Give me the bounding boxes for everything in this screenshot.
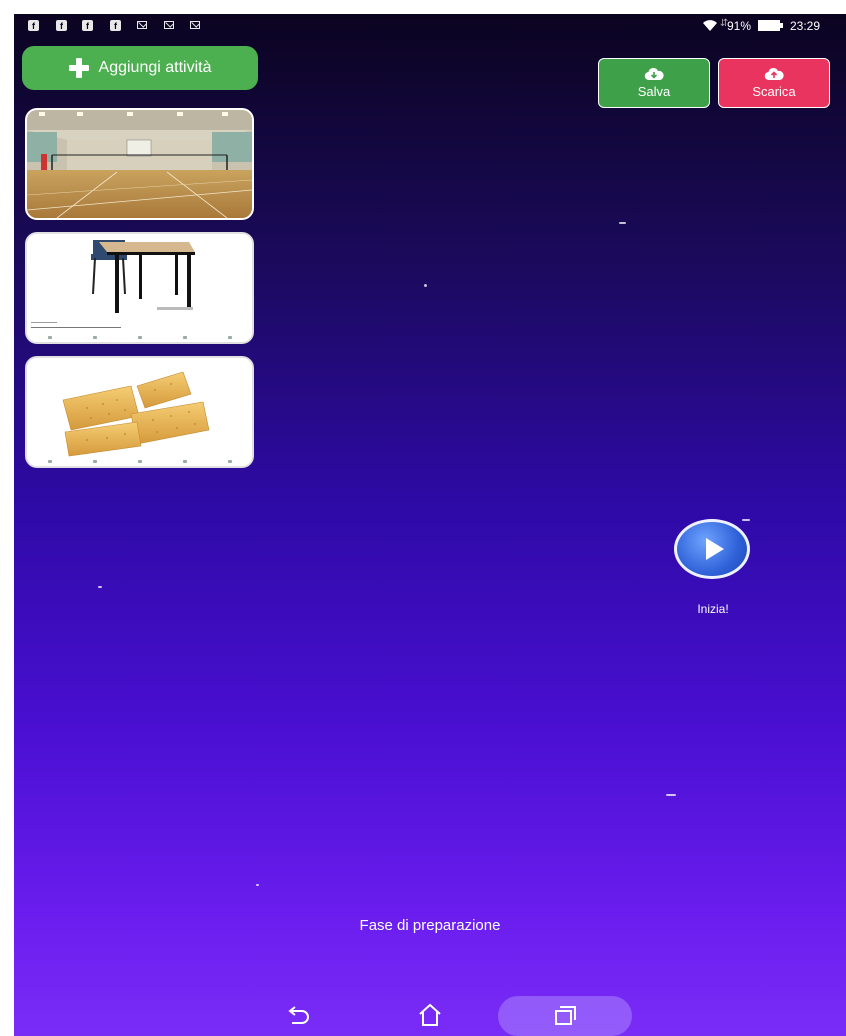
home-icon[interactable] xyxy=(416,1002,444,1028)
star-decoration xyxy=(666,794,676,796)
image-caption-decoration xyxy=(31,327,121,328)
star-decoration xyxy=(619,222,626,224)
facebook-icon: f xyxy=(28,20,39,31)
crackers-photo xyxy=(27,358,252,466)
mail-icon xyxy=(164,21,174,29)
card-thumbnail-toolbar xyxy=(27,332,252,342)
activity-card-desk[interactable] xyxy=(25,232,254,344)
facebook-icon: f xyxy=(110,20,121,31)
wifi-icon xyxy=(703,20,717,31)
phase-label: Fase di preparazione xyxy=(359,917,501,934)
navigation-bar xyxy=(14,990,846,1036)
start-label: Inizia! xyxy=(697,602,729,616)
card-thumbnail-toolbar xyxy=(27,456,252,466)
facebook-icon: f xyxy=(56,20,67,31)
star-decoration xyxy=(98,586,102,588)
clock: 23:29 xyxy=(790,19,821,33)
activity-card-gym[interactable] xyxy=(25,108,254,220)
add-activity-label: Aggiungi attività xyxy=(98,59,212,76)
download-label: Scarica xyxy=(752,84,796,99)
back-icon[interactable] xyxy=(284,1002,312,1028)
school-desk-photo xyxy=(27,234,252,342)
battery-percent: 91% xyxy=(727,19,752,33)
recents-icon[interactable] xyxy=(551,1002,579,1028)
start-button[interactable] xyxy=(674,519,750,579)
star-decoration xyxy=(742,519,750,521)
activity-card-crackers[interactable] xyxy=(25,356,254,468)
cloud-download-icon xyxy=(644,67,664,81)
gmail-icon xyxy=(137,21,147,29)
add-activity-button[interactable]: Aggiungi attività xyxy=(22,46,258,90)
download-button[interactable]: Scarica xyxy=(718,58,830,108)
plus-icon xyxy=(68,58,89,78)
mail-icon xyxy=(190,21,200,29)
status-bar: f f f f ⇵ 91% 23:29 xyxy=(14,14,846,38)
save-label: Salva xyxy=(637,84,671,99)
cloud-upload-icon xyxy=(764,67,784,81)
star-decoration xyxy=(424,284,427,287)
gym-hall-photo xyxy=(27,110,252,218)
battery-icon xyxy=(758,20,783,31)
facebook-icon: f xyxy=(82,20,93,31)
play-icon xyxy=(705,538,724,560)
app-screen: f f f f ⇵ 91% 23:29 Aggiungi attività Sa… xyxy=(14,14,846,1036)
image-caption-decoration xyxy=(31,322,57,323)
save-button[interactable]: Salva xyxy=(598,58,710,108)
star-decoration xyxy=(256,884,259,886)
